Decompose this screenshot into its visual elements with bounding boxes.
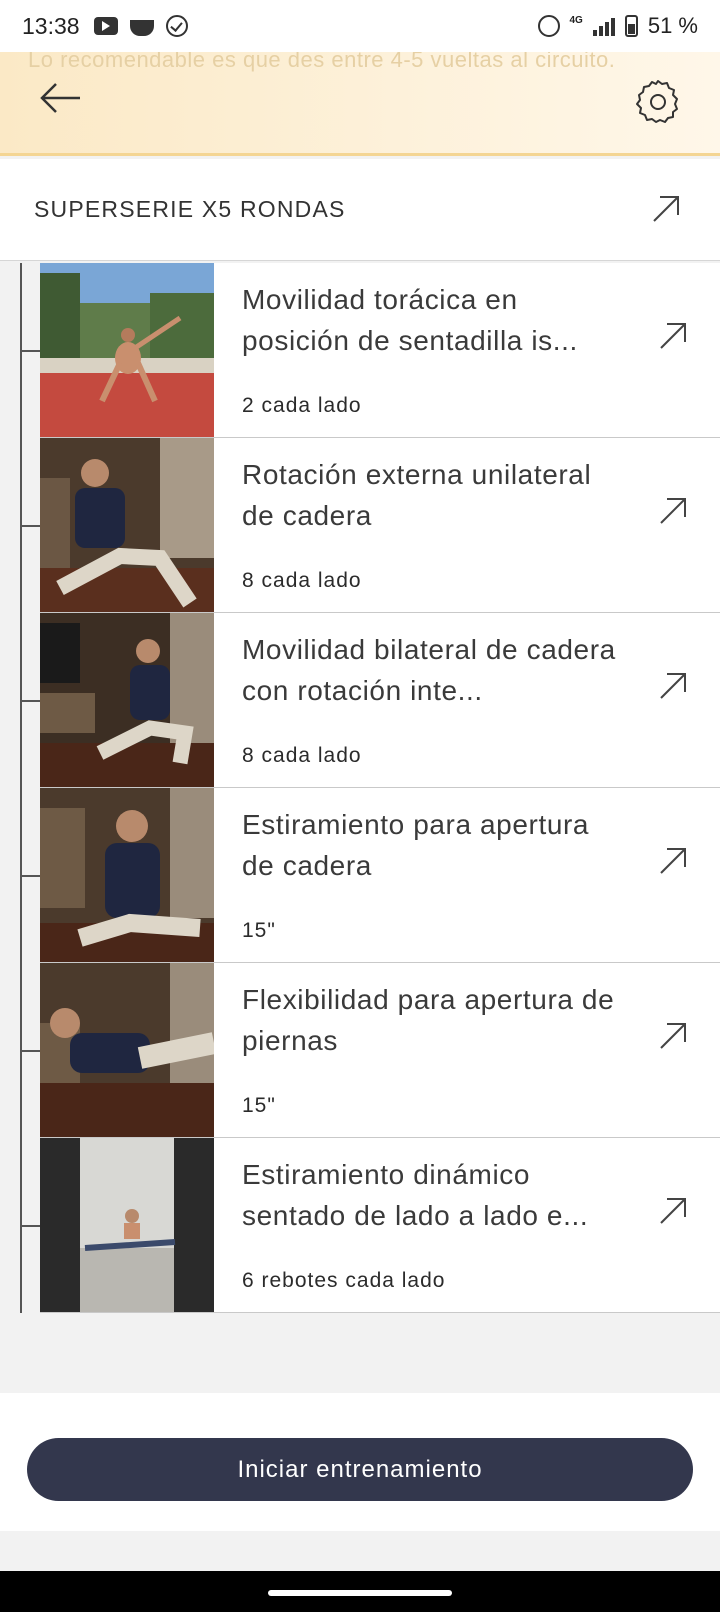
exercise-name: Movilidad torácica en posición de sentad… xyxy=(242,284,578,356)
back-button[interactable] xyxy=(36,74,84,122)
gear-icon xyxy=(636,80,678,123)
signal-icon xyxy=(592,16,615,36)
settings-button[interactable] xyxy=(634,78,682,126)
battery-icon xyxy=(624,15,638,37)
arrow-left-icon xyxy=(40,83,80,113)
exercise-item[interactable]: Movilidad bilateral de cadera con rotaci… xyxy=(20,613,720,788)
exercise-thumbnail xyxy=(40,438,214,612)
exercise-item[interactable]: Estiramiento para apertura de cadera 15" xyxy=(20,788,720,963)
header: Lo recomendable es que des entre 4-5 vue… xyxy=(0,52,720,156)
arrow-up-right-icon[interactable] xyxy=(657,1195,689,1227)
exercise-reps: 8 cada lado xyxy=(242,744,362,767)
exercise-name: Rotación externa unilateral de cadera xyxy=(242,459,592,531)
rail-tick xyxy=(20,525,40,527)
rail-tick xyxy=(20,1050,40,1052)
start-workout-button[interactable]: Iniciar entrenamiento xyxy=(27,1438,693,1501)
exercise-reps: 15" xyxy=(242,1094,276,1117)
rail-tick xyxy=(20,1225,40,1227)
arrow-up-right-icon[interactable] xyxy=(657,845,689,877)
exercise-reps: 8 cada lado xyxy=(242,569,362,592)
arrow-up-right-icon[interactable] xyxy=(657,495,689,527)
arrow-up-right-icon[interactable] xyxy=(650,193,682,225)
exercise-reps: 15" xyxy=(242,919,276,942)
exercise-reps: 6 rebotes cada lado xyxy=(242,1269,446,1292)
rail-tick xyxy=(20,350,40,352)
youtube-icon xyxy=(93,17,118,35)
exercise-name: Movilidad bilateral de cadera con rotaci… xyxy=(242,634,616,706)
exercise-list: Movilidad torácica en posición de sentad… xyxy=(0,263,720,1313)
check-circle-icon xyxy=(165,15,188,37)
exercise-thumbnail xyxy=(40,263,214,437)
exercise-reps: 2 cada lado xyxy=(242,394,362,417)
alarm-icon xyxy=(537,15,560,37)
exercise-name: Flexibilidad para apertura de piernas xyxy=(242,984,615,1056)
section-title: SUPERSERIE X5 RONDAS xyxy=(34,196,346,222)
arrow-up-right-icon[interactable] xyxy=(657,320,689,352)
arrow-up-right-icon[interactable] xyxy=(657,1020,689,1052)
exercise-item[interactable]: Estiramiento dinámico sentado de lado a … xyxy=(20,1138,720,1313)
exercise-thumbnail xyxy=(40,788,214,962)
exercise-item[interactable]: Movilidad torácica en posición de sentad… xyxy=(20,263,720,438)
notification-icon xyxy=(129,20,154,36)
exercise-item[interactable]: Rotación externa unilateral de cadera 8 … xyxy=(20,438,720,613)
superserie-header[interactable]: SUPERSERIE X5 RONDAS xyxy=(0,159,720,261)
exercise-item[interactable]: Flexibilidad para apertura de piernas 15… xyxy=(20,963,720,1138)
exercise-name: Estiramiento para apertura de cadera xyxy=(242,809,590,881)
status-bar: 13:38 4G 51 % xyxy=(0,0,720,52)
bottom-bar: Iniciar entrenamiento xyxy=(0,1393,720,1531)
exercise-thumbnail xyxy=(40,1138,214,1312)
network-type: 4G xyxy=(569,14,583,26)
arrow-up-right-icon[interactable] xyxy=(657,670,689,702)
exercise-thumbnail xyxy=(40,613,214,787)
exercise-name: Estiramiento dinámico sentado de lado a … xyxy=(242,1159,589,1231)
rail-tick xyxy=(20,700,40,702)
rail-tick xyxy=(20,875,40,877)
system-nav-bar xyxy=(0,1571,720,1612)
home-gesture-handle[interactable] xyxy=(268,1590,452,1596)
battery-level: 51 % xyxy=(647,13,698,38)
status-time: 13:38 xyxy=(22,12,80,39)
exercise-thumbnail xyxy=(40,963,214,1137)
intro-text-faded: Lo recomendable es que des entre 4-5 vue… xyxy=(28,52,616,72)
